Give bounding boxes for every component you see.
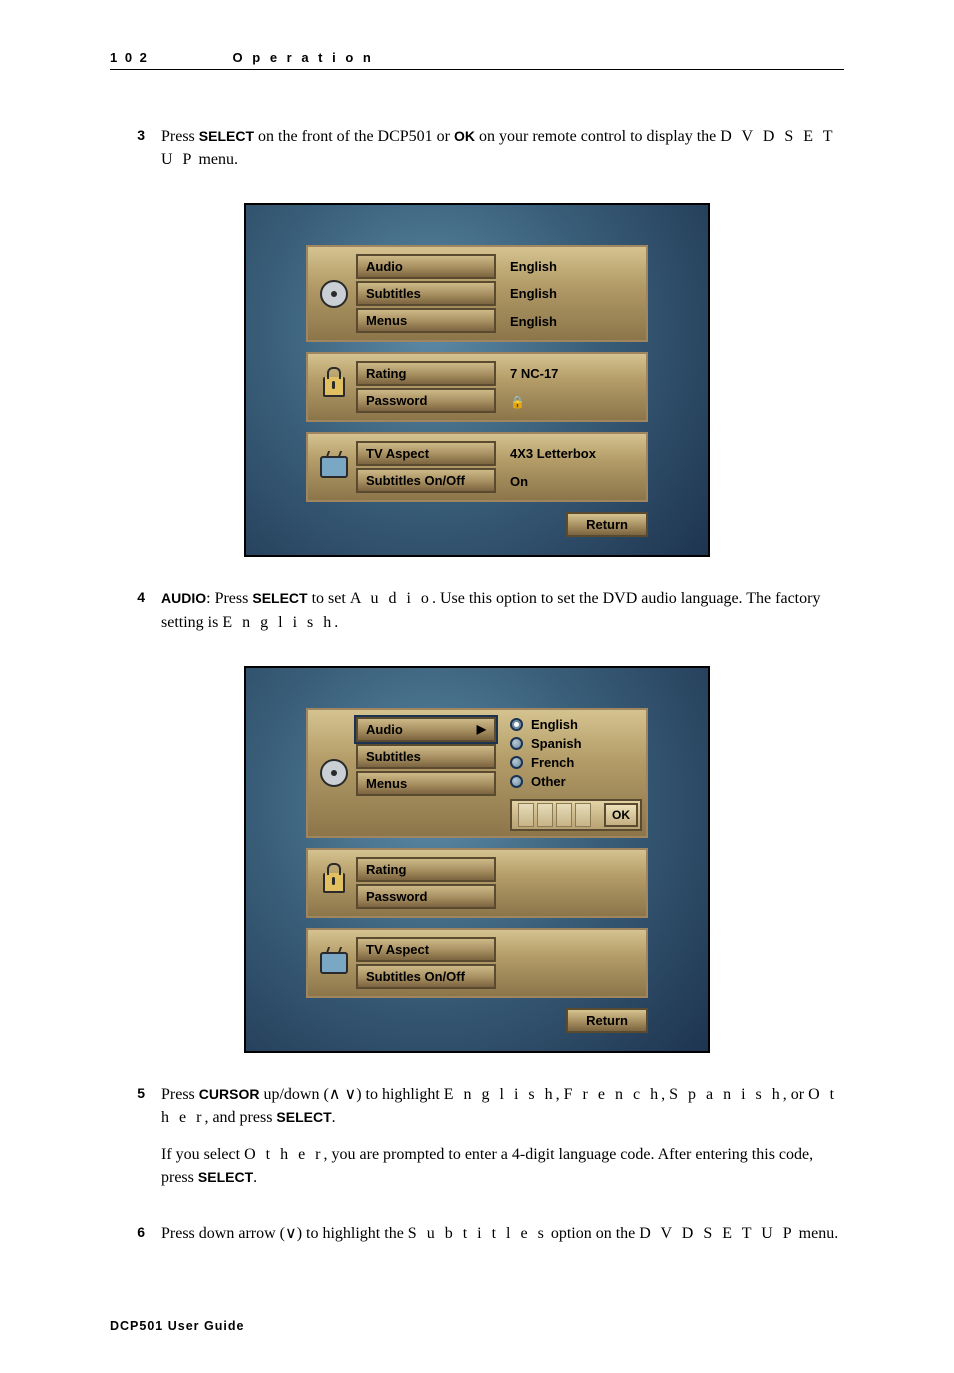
option-french[interactable]: French [510,753,642,772]
menu-audio[interactable]: Audio ▶ [356,717,496,742]
menu-rating[interactable]: Rating [356,361,496,386]
step-4: 4 AUDIO: Press SELECT to set A u d i o. … [110,587,844,647]
page-number: 1 0 2 [110,50,149,65]
menu-menus[interactable]: Menus [356,308,496,333]
radio-icon [510,718,523,731]
value-subtitles: English [510,282,642,305]
parental-group: Rating Password 7 NC-17 🔒 [306,352,648,422]
display-group: TV Aspect Subtitles On/Off 4X3 Letterbox… [306,432,648,502]
menu-password[interactable]: Password [356,884,496,909]
disc-icon [320,759,348,787]
menu-subtitles[interactable]: Subtitles [356,744,496,769]
language-group: Audio Subtitles Menus English English En… [306,245,648,342]
menu-audio[interactable]: Audio [356,254,496,279]
option-english[interactable]: English [510,715,642,734]
menu-subtitles[interactable]: Subtitles [356,281,496,306]
value-password: 🔒 [510,391,642,413]
step-3: 3 Press SELECT on the front of the DCP50… [110,125,844,185]
display-group: TV Aspect Subtitles On/Off [306,928,648,998]
step-5: 5 Press CURSOR up/down (∧ ∨) to highligh… [110,1083,844,1204]
lock-icon [323,377,345,397]
step-number: 4 [110,587,161,647]
page-header: 1 0 2 O p e r a t i o n [110,50,844,70]
value-menus: English [510,310,642,333]
value-audio: English [510,255,642,278]
menu-subtitles-toggle[interactable]: Subtitles On/Off [356,468,496,493]
tv-icon [320,952,348,974]
step-5-text-2: If you select O t h e r, you are prompte… [161,1143,844,1189]
radio-icon [510,775,523,788]
menu-rating[interactable]: Rating [356,857,496,882]
radio-icon [510,737,523,750]
step-4-text: AUDIO: Press SELECT to set A u d i o. Us… [161,587,844,633]
value-tv-aspect: 4X3 Letterbox [510,442,642,465]
value-subtitles-toggle: On [510,470,642,493]
chevron-right-icon: ▶ [477,722,486,736]
menu-subtitles-toggle[interactable]: Subtitles On/Off [356,964,496,989]
lock-icon [323,873,345,893]
ok-button[interactable]: OK [604,803,638,827]
language-code-entry[interactable]: OK [510,799,642,831]
code-digit[interactable] [537,803,553,827]
return-button[interactable]: Return [566,1008,648,1033]
value-rating: 7 NC-17 [510,362,642,385]
code-digit[interactable] [575,803,591,827]
dvd-setup-screenshot-1: Audio Subtitles Menus English English En… [244,203,710,557]
step-number: 3 [110,125,161,185]
code-digit[interactable] [556,803,572,827]
menu-password[interactable]: Password [356,388,496,413]
section-title: O p e r a t i o n [233,50,374,65]
dvd-setup-screenshot-2: Audio ▶ Subtitles Menus English Spanish … [244,666,710,1053]
language-group: Audio ▶ Subtitles Menus English Spanish … [306,708,648,838]
step-6: 6 Press down arrow (∨) to highlight the … [110,1222,844,1259]
menu-tv-aspect[interactable]: TV Aspect [356,441,496,466]
code-digit[interactable] [518,803,534,827]
step-number: 5 [110,1083,161,1204]
option-other[interactable]: Other [510,772,642,791]
menu-tv-aspect[interactable]: TV Aspect [356,937,496,962]
menu-menus[interactable]: Menus [356,771,496,796]
return-button[interactable]: Return [566,512,648,537]
footer: DCP501 User Guide [110,1319,844,1333]
disc-icon [320,280,348,308]
option-spanish[interactable]: Spanish [510,734,642,753]
step-number: 6 [110,1222,161,1259]
step-6-text: Press down arrow (∨) to highlight the S … [161,1222,844,1245]
parental-group: Rating Password [306,848,648,918]
step-3-text: Press SELECT on the front of the DCP501 … [161,125,844,171]
radio-icon [510,756,523,769]
tv-icon [320,456,348,478]
step-5-text-1: Press CURSOR up/down (∧ ∨) to highlight … [161,1083,844,1129]
